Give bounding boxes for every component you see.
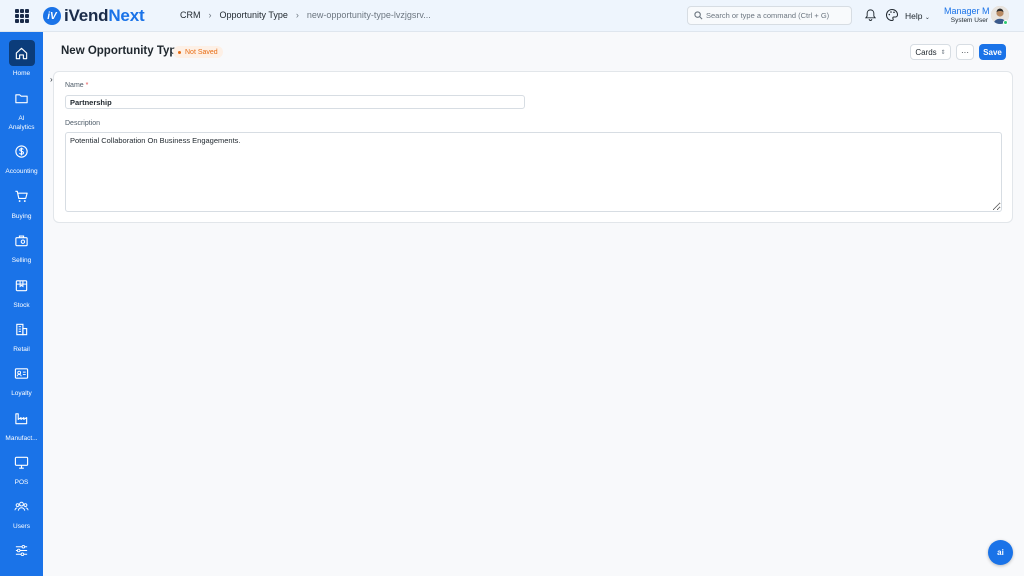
sidebar-item-manufacturing[interactable]: Manufact... [0, 405, 43, 443]
sidebar-item-buying[interactable]: Buying [0, 183, 43, 221]
help-menu[interactable]: Help ⌄ [905, 11, 930, 21]
user-name: Manager M [944, 6, 990, 16]
sidebar: Home AI Analytics Accounting Buying Sell… [0, 32, 43, 576]
sidebar-item-label: Retail [13, 346, 30, 353]
briefcase-icon [9, 227, 35, 253]
description-field-label: Description [65, 120, 101, 127]
breadcrumb-opportunity-type[interactable]: Opportunity Type [220, 10, 288, 20]
required-indicator: * [85, 82, 89, 89]
view-select-label: Cards [915, 47, 937, 57]
sidebar-item-selling[interactable]: Selling [0, 227, 43, 265]
sidebar-item-retail[interactable]: Retail [0, 316, 43, 354]
online-status-dot [1003, 20, 1008, 25]
save-button[interactable]: Save [979, 44, 1006, 60]
sidebar-item-label: Loyalty [11, 390, 32, 397]
sidebar-item-settings[interactable] [0, 537, 43, 563]
breadcrumb-current: new-opportunity-type-lvzjgsrv... [306, 10, 431, 20]
monitor-icon [9, 449, 35, 475]
more-actions-button[interactable]: ··· [956, 44, 974, 60]
top-bar: iV iVendNext CRM › Opportunity Type › ne… [0, 0, 1024, 32]
breadcrumb: CRM › Opportunity Type › new-opportunity… [180, 10, 431, 20]
sidebar-item-users[interactable]: Users [0, 493, 43, 531]
logo-suffix: Next [108, 6, 145, 25]
chevron-right-icon: › [295, 10, 299, 20]
folder-icon [9, 85, 35, 111]
dollar-icon [9, 138, 35, 164]
sidebar-item-pos[interactable]: POS [0, 449, 43, 487]
status-label: Not Saved [185, 48, 218, 56]
sidebar-item-stock[interactable]: Stock [0, 272, 43, 310]
page-title: New Opportunity Type [61, 45, 183, 57]
sidebar-toggle-chevron-icon[interactable]: › [50, 75, 53, 84]
sidebar-item-label: Buying [11, 213, 32, 220]
chevron-right-icon: › [208, 10, 212, 20]
sidebar-item-label: Accounting [5, 168, 38, 175]
sliders-icon [9, 537, 35, 563]
chevron-down-icon: ⌄ [924, 15, 930, 21]
user-role: System User [950, 17, 988, 24]
sidebar-item-label: Users [13, 523, 30, 530]
cart-icon [9, 183, 35, 209]
name-label-text: Name [65, 82, 84, 89]
ai-chat-button[interactable]: ai [988, 540, 1013, 565]
sidebar-item-label: Selling [11, 257, 32, 264]
search-bar[interactable] [687, 6, 852, 25]
help-label: Help [905, 11, 923, 21]
name-field[interactable] [65, 95, 525, 109]
sort-arrows-icon: ⇕ [940, 49, 946, 56]
home-icon [8, 40, 35, 66]
user-info[interactable]: Manager M System User [944, 6, 990, 24]
sidebar-item-accounting[interactable]: Accounting [0, 138, 43, 176]
box-icon [9, 272, 35, 298]
logo-mark-icon: iV [43, 7, 61, 25]
search-input[interactable] [706, 11, 851, 20]
status-dot-icon [178, 50, 181, 54]
description-field[interactable]: Potential Collaboration On Business Enga… [65, 132, 1002, 212]
palette-icon[interactable] [885, 8, 899, 22]
sidebar-item-label: Home [12, 70, 31, 77]
search-icon [694, 11, 703, 20]
sidebar-item-loyalty[interactable]: Loyalty [0, 360, 43, 398]
id-card-icon [9, 360, 35, 386]
sidebar-item-home[interactable]: Home [0, 40, 43, 78]
breadcrumb-crm[interactable]: CRM [180, 10, 201, 20]
factory-icon [9, 405, 35, 431]
app-logo[interactable]: iV iVendNext [43, 6, 145, 26]
view-select-button[interactable]: Cards ⇕ [910, 44, 951, 60]
bell-icon[interactable] [864, 8, 877, 22]
sidebar-item-ai-analytics[interactable]: AI Analytics [0, 85, 43, 132]
logo-prefix: iVend [64, 6, 109, 25]
name-field-label: Name * [65, 82, 88, 89]
sidebar-item-label: Stock [13, 302, 30, 309]
store-icon [9, 316, 35, 342]
sidebar-item-label: Manufact... [5, 435, 38, 442]
status-badge: Not Saved [173, 46, 223, 58]
logo-text: iVendNext [64, 6, 145, 26]
apps-grid-icon[interactable] [15, 9, 29, 23]
sidebar-item-label: POS [14, 479, 29, 486]
users-icon [9, 493, 35, 519]
sidebar-item-label: AI Analytics [8, 115, 35, 131]
